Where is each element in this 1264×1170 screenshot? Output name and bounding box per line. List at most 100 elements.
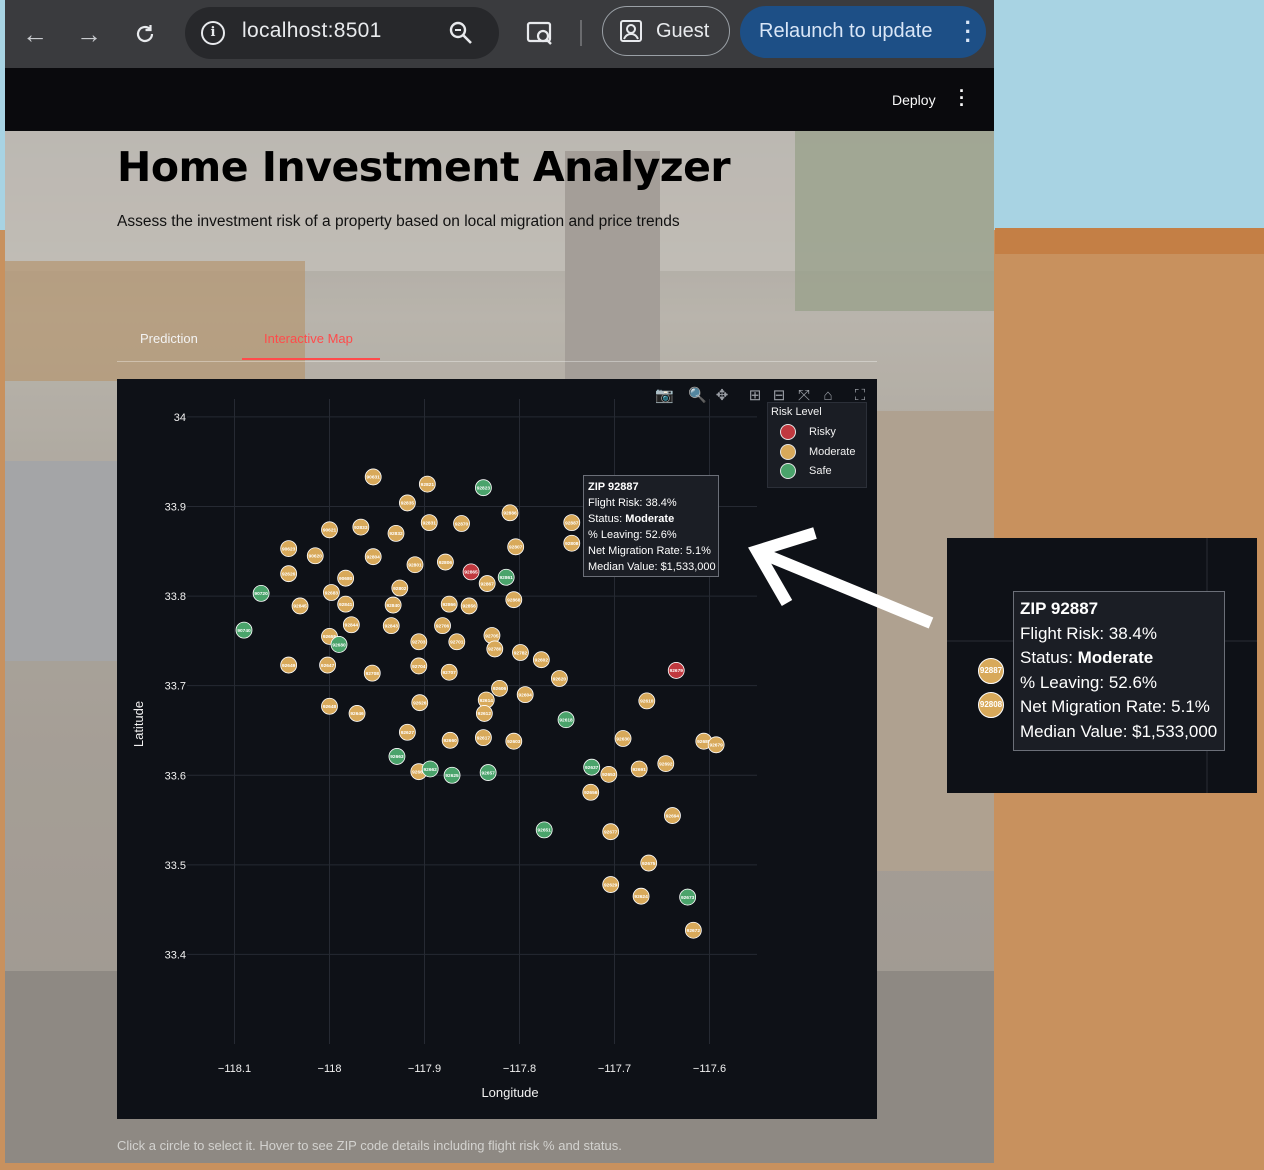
tooltip-leaving: % Leaving: 52.6% [588, 529, 677, 541]
tooltip-flight-risk: Flight Risk: 38.4% [588, 497, 677, 509]
map-point-label: 92856 [462, 604, 476, 610]
app-header: Deploy · · · [5, 68, 994, 131]
inset-point-b[interactable]: 92808 [978, 692, 1004, 718]
map-point-label: 92780 [488, 647, 502, 653]
zoom-tool-icon[interactable]: 🔍 [688, 387, 707, 405]
scatter-map-chart[interactable]: −118.1 −118 −117.9 −117.8 −117.7 −117.6 33.4 33… [117, 379, 877, 1119]
map-point-label: 92675 [642, 861, 656, 867]
map-point-label: 92887 [565, 520, 579, 526]
legend-label-safe: Safe [809, 465, 832, 477]
map-point-label: 92707 [443, 670, 457, 676]
map-point-label: 92626 [282, 571, 296, 577]
map-point-label: 90680 [339, 576, 353, 582]
zoom-in-icon[interactable]: ⊞ [746, 387, 764, 405]
forward-icon[interactable]: → [73, 18, 105, 50]
legend-item-risky[interactable]: Risky [780, 424, 870, 442]
zoomed-tooltip-inset: 92887 92808 ZIP 92887 Flight Risk: 38.4%… [947, 538, 1257, 793]
map-point-label: 90631 [367, 475, 381, 481]
chart-legend: Risk Level Risky Moderate Safe [767, 402, 867, 488]
map-point-label: 92604 [519, 692, 533, 698]
relaunch-button[interactable]: Relaunch to update · · · [740, 6, 986, 58]
map-point-label: 92617 [477, 735, 491, 741]
map-point-label: 92782 [514, 650, 528, 656]
map-point-label: 92886 [503, 511, 517, 517]
map-point-label: 92868 [507, 597, 521, 603]
reload-icon[interactable] [129, 18, 161, 50]
page-title: Home Investment Analyzer [117, 143, 731, 191]
map-point-label: 90623 [282, 546, 296, 552]
map-point-label: 92866 [443, 602, 457, 608]
y-tick-label: 33.6 [165, 770, 186, 782]
map-point-label: 92629 [604, 882, 618, 888]
map-point-label: 92833 [354, 525, 368, 531]
tooltip-median-value: Median Value: $1,533,000 [588, 561, 716, 573]
tooltip-status: Status: Moderate [588, 511, 714, 527]
map-point-label: 92662 [424, 767, 438, 773]
x-axis-title: Longitude [481, 1085, 538, 1100]
tab-prediction[interactable]: Prediction [140, 331, 198, 346]
legend-swatch-moderate [780, 444, 796, 460]
map-point-label: 92651 [538, 828, 552, 834]
map-point-label: 92663 [390, 754, 404, 760]
address-bar[interactable]: i localhost:8501 [185, 7, 499, 59]
map-point-label: 92708 [366, 671, 380, 677]
camera-icon[interactable]: 📷 [655, 387, 674, 405]
url-text[interactable]: localhost:8501 [242, 19, 382, 43]
lens-search-icon[interactable] [525, 18, 555, 48]
legend-item-moderate[interactable]: Moderate [780, 444, 870, 462]
map-point-label: 90740 [237, 628, 251, 634]
map-point-label: 92845 [293, 604, 307, 610]
active-tab-indicator [242, 358, 380, 360]
inset-tooltip-median-value: Median Value: $1,533,000 [1020, 721, 1218, 741]
y-tick-label: 33.5 [165, 860, 186, 872]
pan-icon[interactable]: ✥ [713, 387, 731, 405]
tooltip-net-migration: Net Migration Rate: 5.1% [588, 545, 711, 557]
map-point-label: 92694 [666, 813, 680, 819]
back-icon[interactable]: ← [19, 18, 51, 50]
map-point-label: 92646 [350, 711, 364, 717]
main-menu-icon[interactable]: · · · [959, 82, 965, 114]
map-point-label: 92677 [604, 829, 618, 835]
map-point-label: 92867 [481, 581, 495, 587]
map-point-label: 92680 [332, 642, 346, 648]
map-point-label: 92679 [709, 743, 723, 749]
map-caption: Click a circle to select it. Hover to se… [117, 1138, 622, 1153]
inset-tooltip-status: Status: Moderate [1020, 646, 1218, 671]
legend-label-risky: Risky [809, 426, 836, 438]
map-point-label: 92840 [386, 603, 400, 609]
map-point-label: 92865 [464, 570, 478, 576]
tabs-divider [117, 361, 877, 362]
tab-interactive-map[interactable]: Interactive Map [264, 331, 353, 346]
guest-profile-button[interactable]: Guest [602, 6, 730, 56]
map-point-label: 92801 [408, 563, 422, 569]
map-point-label: 92843 [385, 623, 399, 629]
map-point-label: 92804 [367, 554, 381, 560]
zoom-icon[interactable] [447, 19, 475, 47]
map-point-label: 92618 [559, 718, 573, 724]
chart-svg: −118.1 −118 −117.9 −117.8 −117.7 −117.6 33.4 33… [131, 399, 757, 1100]
person-icon [620, 20, 642, 42]
hover-tooltip: ZIP 92887 Flight Risk: 38.4% Status: Mod… [583, 475, 719, 577]
map-point-label: 92612 [478, 711, 492, 717]
inset-point-a[interactable]: 92887 [978, 658, 1004, 684]
map-point-label: 92703 [412, 640, 426, 646]
tooltip-status-prefix: Status: [588, 513, 626, 525]
deploy-button[interactable]: Deploy [892, 92, 936, 108]
menu-dots-icon[interactable]: · · · [965, 12, 972, 52]
page-subtitle: Assess the investment risk of a property… [117, 213, 680, 230]
legend-swatch-safe [780, 463, 796, 479]
map-point-label: 92807 [509, 545, 523, 551]
map-point-label: 92701 [450, 640, 464, 646]
map-point-label: 92831 [423, 520, 437, 526]
map-point-label: 92706 [436, 623, 450, 629]
map-point-label: 90720 [254, 591, 268, 597]
map-point-label: 92630 [616, 736, 630, 742]
relaunch-label: Relaunch to update [759, 20, 933, 42]
map-point-label: 92603 [507, 739, 521, 745]
map-point-label: 92823 [477, 485, 491, 491]
legend-item-safe[interactable]: Safe [780, 463, 870, 481]
map-point-label: 92649 [282, 663, 296, 669]
app-background: Home Investment Analyzer Assess the inve… [5, 131, 994, 1163]
map-point-label: 92672 [687, 928, 701, 934]
info-icon[interactable]: i [201, 21, 225, 45]
